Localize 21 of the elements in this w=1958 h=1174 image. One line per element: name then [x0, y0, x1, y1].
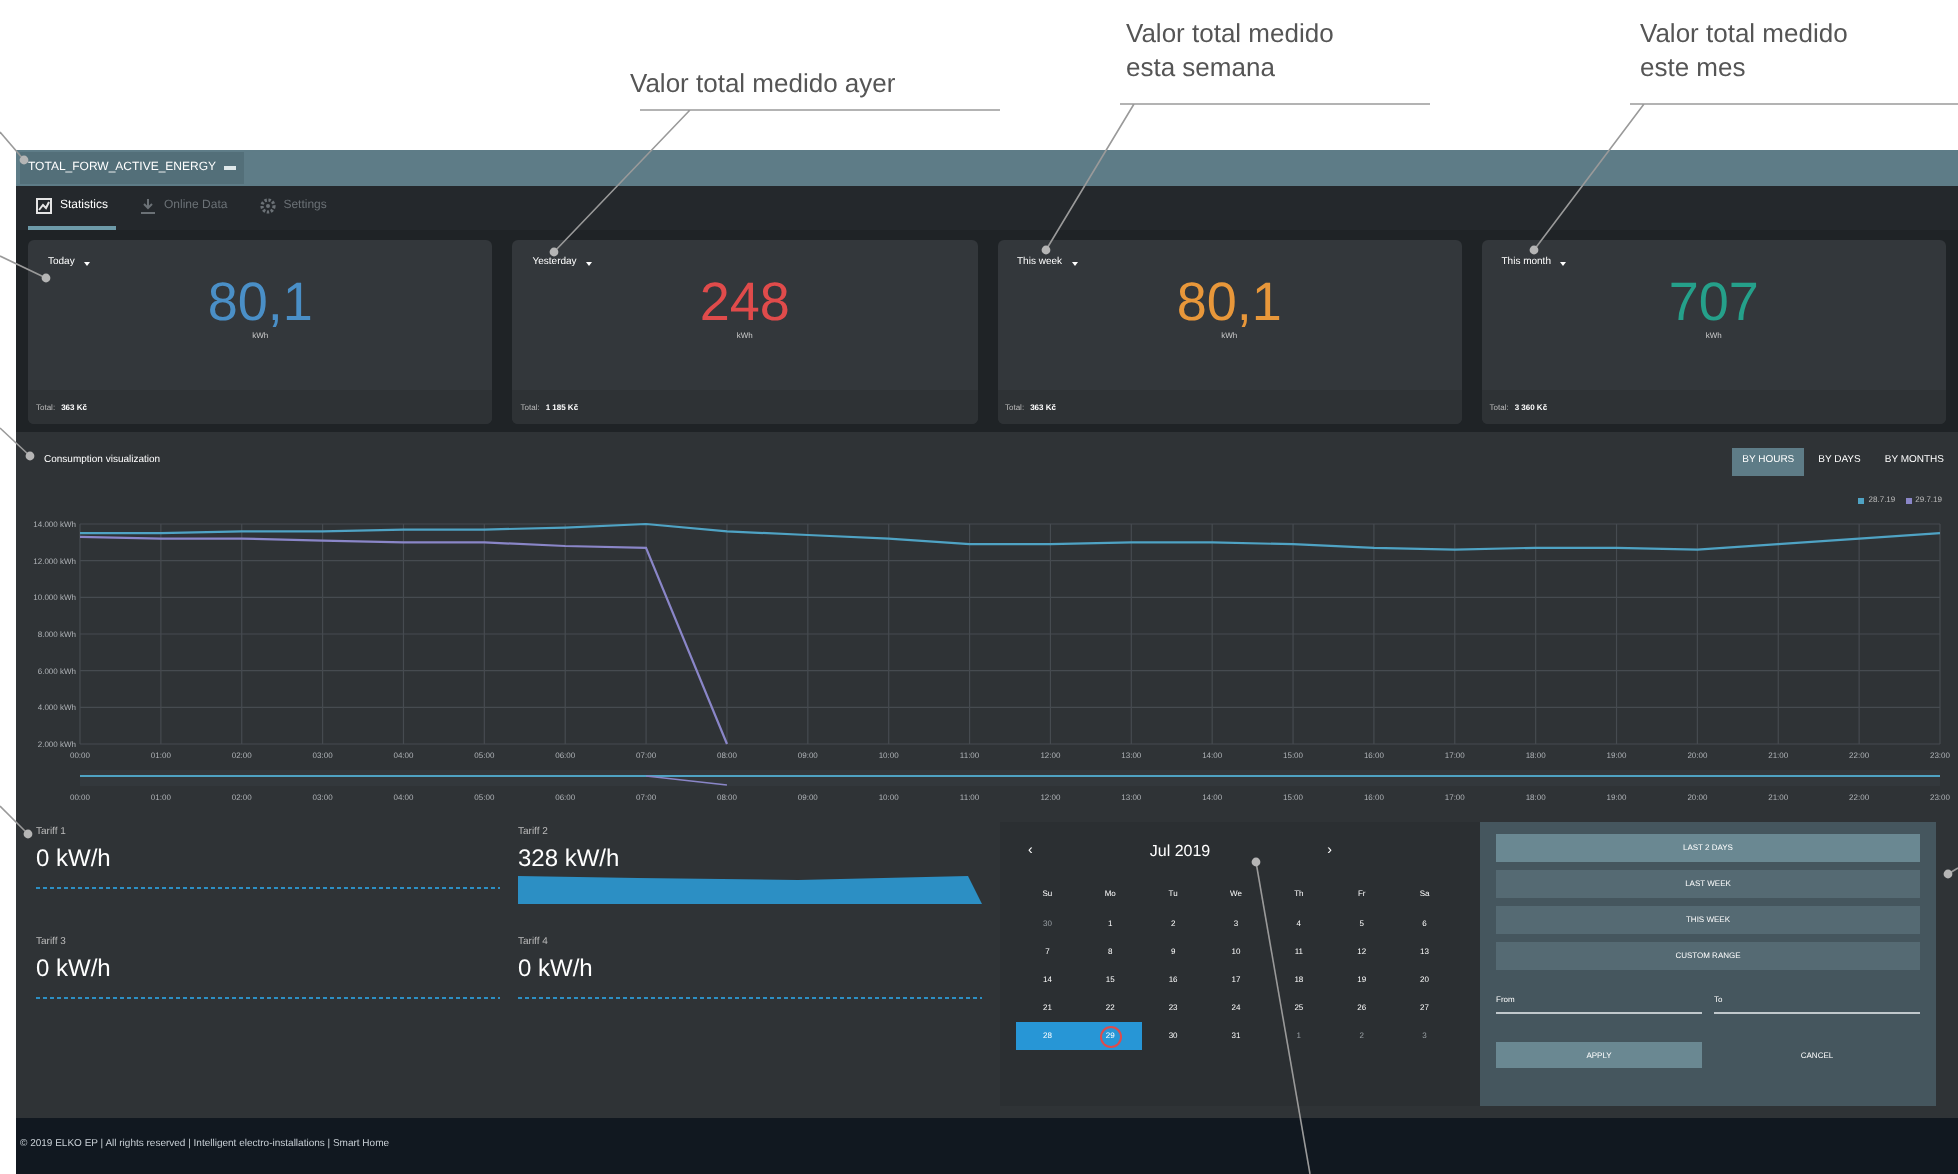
leader-line	[0, 131, 29, 165]
callout-text: Valor total medido esta semana	[1126, 16, 1334, 84]
value-text: 80,1	[207, 273, 313, 329]
callout-text: Valor total medido ayer	[630, 66, 896, 100]
leader-line	[0, 427, 35, 461]
value-text: 80,1	[1176, 273, 1282, 329]
leader-line	[0, 255, 51, 283]
value-text: 248	[699, 273, 790, 329]
settings-icon	[259, 198, 276, 214]
range-navigator[interactable]	[79, 770, 1941, 786]
value-text: 707	[1668, 273, 1759, 329]
tariff-value: 0 kW/h	[518, 951, 595, 983]
chart-icon	[36, 198, 52, 214]
month-title: Jul 2019	[1149, 840, 1211, 864]
leader-line	[0, 805, 33, 839]
callout-text: Valor total medido este mes	[1640, 16, 1848, 84]
tariff-value: 328 kW/h	[518, 841, 622, 873]
tariff-value: 0 kW/h	[36, 951, 113, 983]
download-icon	[140, 198, 157, 214]
tariff-value: 0 kW/h	[36, 841, 113, 873]
leader-line	[1943, 867, 1958, 879]
